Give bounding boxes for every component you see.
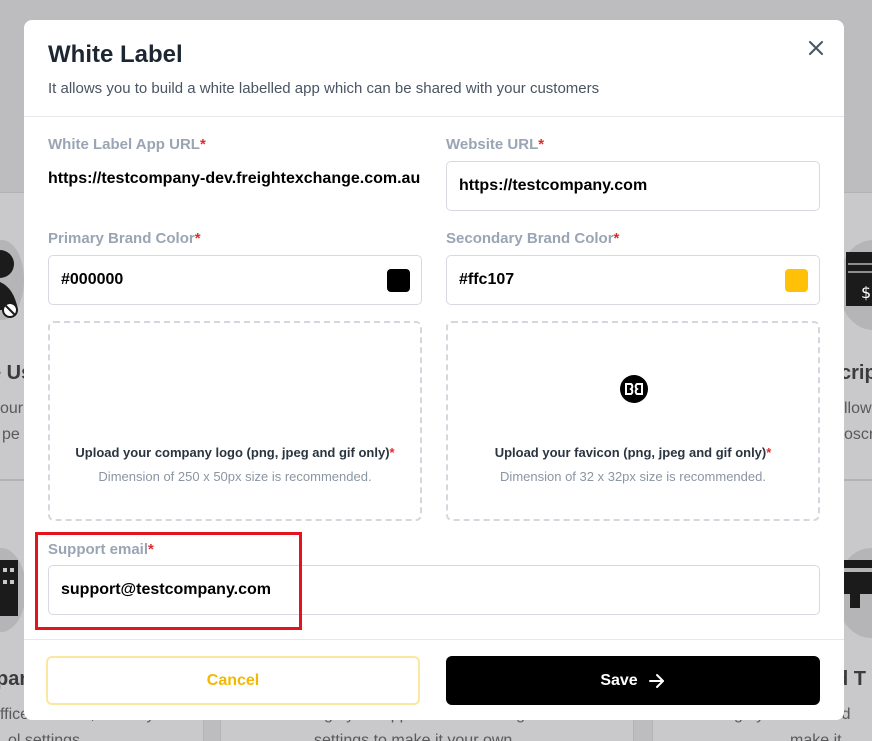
modal-header: White Label It allows you to build a whi…: [24, 20, 844, 117]
favicon-upload-hint: Dimension of 32 x 32px size is recommend…: [500, 469, 766, 484]
required-marker: *: [199, 136, 206, 153]
support-email-label: Support email*: [48, 541, 154, 558]
primary-color-label: Primary Brand Color*: [48, 230, 201, 247]
support-email-label-text: Support email: [48, 541, 149, 558]
invoice-dollar-icon: $: [846, 252, 872, 306]
bg-sub-right-1b: oscr: [844, 426, 872, 443]
secondary-color-value: #ffc107: [459, 271, 515, 288]
bg-sub-left-2b: ol settings: [8, 732, 81, 741]
primary-color-label-text: Primary Brand Color: [48, 230, 195, 247]
cancel-button[interactable]: Cancel: [46, 656, 420, 705]
secondary-color-label-text: Secondary Brand Color: [446, 230, 614, 247]
website-url-value: https://testcompany.com: [459, 177, 648, 194]
app-url-label: White Label App URL*: [48, 136, 206, 153]
secondary-color-input[interactable]: #ffc107: [446, 255, 820, 305]
favicon-upload-title-text: Upload your favicon (png, jpeg and gif o…: [494, 445, 767, 460]
primary-color-value: #000000: [61, 271, 124, 288]
secondary-color-label: Secondary Brand Color*: [446, 230, 619, 247]
svg-text:$: $: [861, 283, 871, 302]
modal-footer: Cancel Save: [24, 639, 844, 720]
arrow-right-icon: [648, 673, 664, 688]
save-button[interactable]: Save: [446, 656, 820, 705]
logo-upload-hint: Dimension of 250 x 50px size is recommen…: [98, 469, 372, 484]
favicon-upload-title: Upload your favicon (png, jpeg and gif o…: [448, 445, 818, 460]
white-label-modal: White Label It allows you to build a whi…: [24, 20, 844, 720]
required-marker: *: [613, 230, 620, 247]
secondary-color-swatch[interactable]: [785, 269, 808, 292]
bg-sub-right-2b: make it: [790, 732, 842, 741]
app-url-value: https://testcompany-dev.freightexchange.…: [48, 170, 421, 187]
close-icon: [809, 41, 823, 55]
bg-sub-left-1a: our: [0, 400, 24, 417]
save-button-label: Save: [600, 671, 638, 689]
website-url-label-text: Website URL: [446, 136, 539, 153]
required-marker: *: [194, 230, 201, 247]
bg-sub-mid-2b: settings to make it your own: [314, 732, 513, 741]
bg-sub-right-1a: llow: [844, 400, 872, 417]
cancel-button-label: Cancel: [206, 671, 260, 689]
bg-heading-right-1: crip: [840, 362, 872, 384]
required-marker: *: [148, 541, 154, 558]
bg-sub-left-1b: pe: [2, 426, 20, 443]
website-url-label: Website URL*: [446, 136, 544, 153]
favicon-logo-icon: [620, 375, 648, 403]
required-marker: *: [538, 136, 545, 153]
required-marker: *: [389, 445, 395, 460]
website-url-input[interactable]: https://testcompany.com: [446, 161, 820, 211]
close-button[interactable]: [806, 38, 826, 58]
logo-upload-title-text: Upload your company logo (png, jpeg and …: [75, 445, 390, 460]
truck-icon: [844, 560, 872, 608]
support-email-value: support@testcompany.com: [61, 581, 271, 598]
primary-color-swatch[interactable]: [387, 269, 410, 292]
app-url-label-text: White Label App URL: [48, 136, 200, 153]
primary-color-input[interactable]: #000000: [48, 255, 422, 305]
logo-upload-title: Upload your company logo (png, jpeg and …: [50, 445, 420, 460]
modal-title: White Label: [48, 41, 183, 68]
required-marker: *: [766, 445, 772, 460]
user-ban-icon: [0, 250, 18, 318]
support-email-input[interactable]: support@testcompany.com: [48, 565, 820, 615]
modal-subtitle: It allows you to build a white labelled …: [48, 80, 600, 97]
building-icon: [0, 560, 18, 616]
favicon-upload-dropzone[interactable]: Upload your favicon (png, jpeg and gif o…: [446, 321, 820, 521]
logo-upload-dropzone[interactable]: Upload your company logo (png, jpeg and …: [48, 321, 422, 521]
